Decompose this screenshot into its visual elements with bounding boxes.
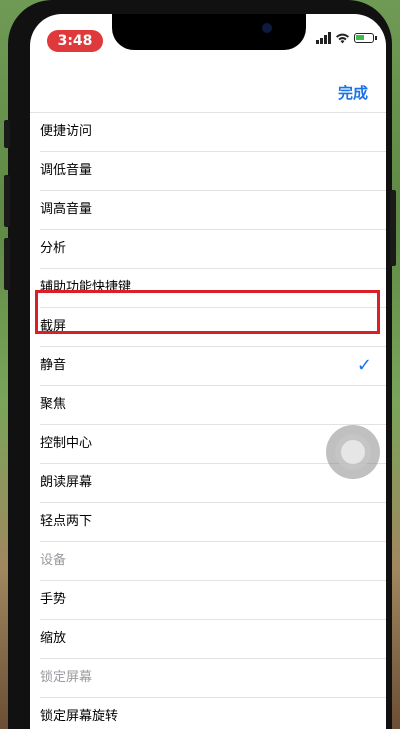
- assistive-touch-button[interactable]: [326, 425, 380, 479]
- checkmark-icon: ✓: [356, 355, 372, 376]
- list-item-label: 手势: [40, 592, 67, 607]
- list-item[interactable]: 锁定屏幕旋转: [40, 698, 386, 729]
- list-item-label: 缩放: [40, 631, 67, 646]
- list-item[interactable]: 调低音量: [40, 152, 386, 191]
- list-item-label: 分析: [40, 241, 67, 256]
- front-camera: [262, 23, 272, 33]
- volume-down-button: [4, 238, 10, 290]
- status-icons: [316, 32, 377, 44]
- battery-icon: [354, 33, 377, 43]
- navigation-bar: 完成: [30, 64, 386, 113]
- shortcut-options-list: 便捷访问 调低音量 调高音量 分析 辅助功能快捷键 截屏 静音 ✓ 聚焦 控制中心 朗读屏幕 轻点两下…: [30, 113, 386, 729]
- section-header: 锁定屏幕: [40, 659, 386, 698]
- done-button[interactable]: 完成: [338, 82, 368, 103]
- list-item-label: 调高音量: [40, 202, 93, 217]
- list-item[interactable]: 手势: [40, 581, 386, 620]
- signal-icon: [316, 32, 331, 44]
- wifi-icon: [336, 33, 349, 44]
- screenshot-highlight-box: [35, 290, 380, 334]
- list-item[interactable]: 调高音量: [40, 191, 386, 230]
- list-item-label: 设备: [40, 553, 67, 568]
- list-item-label: 锁定屏幕: [40, 670, 93, 685]
- list-item[interactable]: 轻点两下: [40, 503, 386, 542]
- screen: 3:48 完成 便捷访问 调低音量 调高音量 分析 辅助功能快捷键 截屏 静音 ✓ 聚焦 控制中心…: [30, 14, 386, 729]
- list-item[interactable]: 便捷访问: [40, 113, 386, 152]
- status-time: 3:48: [47, 30, 103, 52]
- list-item-label: 便捷访问: [40, 124, 93, 139]
- list-item[interactable]: 静音 ✓: [40, 347, 386, 386]
- list-item[interactable]: 分析: [40, 230, 386, 269]
- list-item-label: 锁定屏幕旋转: [40, 709, 119, 724]
- list-item-label: 轻点两下: [40, 514, 93, 529]
- list-item-label: 调低音量: [40, 163, 93, 178]
- volume-up-button: [4, 175, 10, 227]
- list-item[interactable]: 缩放: [40, 620, 386, 659]
- list-item[interactable]: 聚焦: [40, 386, 386, 425]
- list-item-label: 控制中心: [40, 436, 93, 451]
- notch: [112, 14, 306, 50]
- mute-switch: [4, 120, 10, 148]
- list-item-label: 聚焦: [40, 397, 67, 412]
- list-item-label: 静音: [40, 358, 67, 373]
- list-item-label: 朗读屏幕: [40, 475, 93, 490]
- power-button: [390, 190, 396, 266]
- section-header: 设备: [40, 542, 386, 581]
- phone-frame: 3:48 完成 便捷访问 调低音量 调高音量 分析 辅助功能快捷键 截屏 静音 ✓ 聚焦 控制中心…: [4, 0, 396, 729]
